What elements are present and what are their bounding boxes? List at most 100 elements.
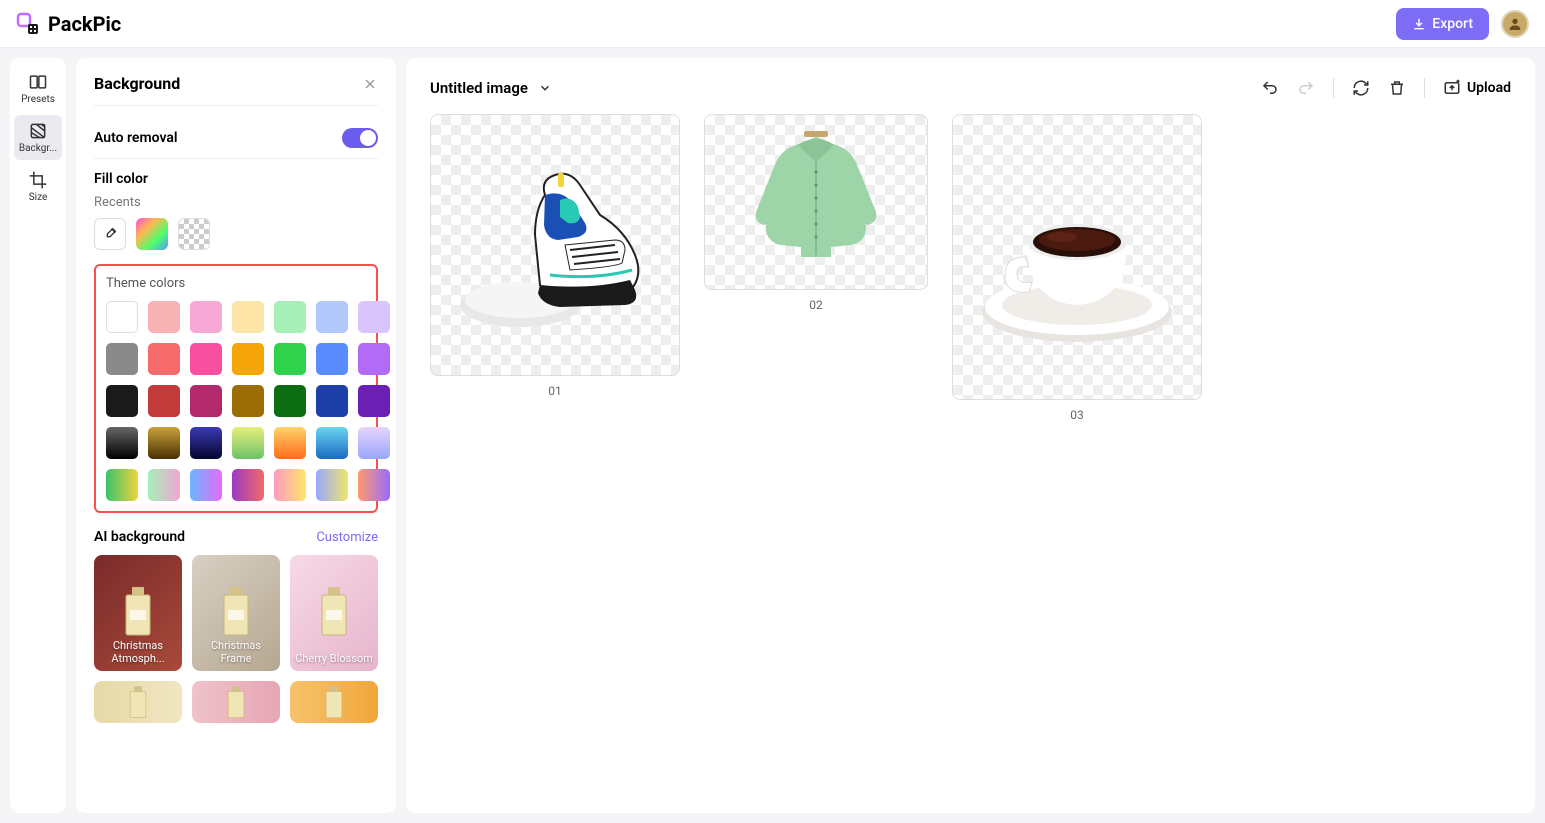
refresh-button[interactable] bbox=[1352, 79, 1370, 97]
color-swatch[interactable] bbox=[148, 343, 180, 375]
image-item[interactable]: 03 bbox=[952, 114, 1202, 422]
color-swatch[interactable] bbox=[148, 385, 180, 417]
perfume-icon bbox=[320, 685, 348, 721]
person-icon bbox=[1507, 16, 1523, 32]
chevron-down-icon bbox=[538, 81, 552, 95]
rail-label: Size bbox=[29, 192, 48, 203]
upload-button[interactable]: Upload bbox=[1443, 79, 1511, 97]
color-swatch[interactable] bbox=[106, 427, 138, 459]
theme-color-grid bbox=[106, 301, 366, 501]
ai-background-label: AI background bbox=[94, 529, 185, 545]
color-swatch[interactable] bbox=[358, 343, 390, 375]
color-swatch[interactable] bbox=[232, 301, 264, 333]
crop-icon bbox=[28, 170, 48, 190]
color-swatch[interactable] bbox=[274, 301, 306, 333]
ai-background-card[interactable] bbox=[290, 681, 378, 723]
ai-background-card[interactable] bbox=[94, 681, 182, 723]
customize-link[interactable]: Customize bbox=[316, 530, 378, 545]
color-swatch[interactable] bbox=[274, 385, 306, 417]
color-swatch[interactable] bbox=[190, 469, 222, 501]
color-swatch[interactable] bbox=[274, 343, 306, 375]
rail-label: Presets bbox=[21, 94, 55, 105]
logo-icon bbox=[16, 12, 40, 36]
color-swatch[interactable] bbox=[106, 385, 138, 417]
image-thumbnail bbox=[704, 114, 928, 290]
rail-item-background[interactable]: Backgr... bbox=[14, 115, 62, 160]
ai-background-grid: Christmas Atmosph... Christmas Frame Cherr… bbox=[94, 555, 378, 723]
color-swatch[interactable] bbox=[274, 427, 306, 459]
ai-background-card[interactable]: Christmas Frame bbox=[192, 555, 280, 671]
color-picker-button[interactable] bbox=[136, 218, 168, 250]
redo-button[interactable] bbox=[1297, 79, 1315, 97]
auto-removal-label: Auto removal bbox=[94, 130, 178, 146]
color-swatch[interactable] bbox=[316, 469, 348, 501]
color-swatch[interactable] bbox=[232, 385, 264, 417]
eyedropper-icon bbox=[102, 226, 118, 242]
color-swatch[interactable] bbox=[232, 427, 264, 459]
image-gallery: 01 02 bbox=[430, 114, 1511, 422]
sneaker-image bbox=[450, 145, 660, 345]
separator bbox=[1424, 78, 1425, 98]
recents-label: Recents bbox=[94, 195, 378, 210]
delete-button[interactable] bbox=[1388, 79, 1406, 97]
close-icon[interactable] bbox=[362, 76, 378, 92]
color-swatch[interactable] bbox=[274, 469, 306, 501]
color-swatch[interactable] bbox=[190, 301, 222, 333]
color-swatch[interactable] bbox=[148, 427, 180, 459]
canvas-header: Untitled image Upload bbox=[430, 78, 1511, 98]
color-swatch[interactable] bbox=[106, 301, 138, 333]
image-item[interactable]: 01 bbox=[430, 114, 680, 398]
perfume-icon bbox=[314, 585, 354, 640]
color-swatch[interactable] bbox=[358, 469, 390, 501]
color-swatch[interactable] bbox=[316, 343, 348, 375]
ai-card-label: Christmas Atmosph... bbox=[94, 637, 182, 667]
color-swatch[interactable] bbox=[316, 301, 348, 333]
color-swatch[interactable] bbox=[358, 385, 390, 417]
color-swatch[interactable] bbox=[232, 469, 264, 501]
ai-background-card[interactable] bbox=[192, 681, 280, 723]
export-button[interactable]: Export bbox=[1396, 8, 1489, 40]
auto-removal-toggle[interactable] bbox=[342, 128, 378, 148]
color-swatch[interactable] bbox=[358, 301, 390, 333]
perfume-icon bbox=[118, 585, 158, 640]
download-icon bbox=[1412, 17, 1426, 31]
left-rail: Presets Backgr... Size bbox=[10, 58, 66, 813]
main-layout: Presets Backgr... Size Background Auto r… bbox=[0, 48, 1545, 823]
user-avatar[interactable] bbox=[1501, 10, 1529, 38]
fill-color-label: Fill color bbox=[94, 171, 378, 187]
canvas-toolbar: Upload bbox=[1261, 78, 1511, 98]
eyedropper-button[interactable] bbox=[94, 218, 126, 250]
color-swatch[interactable] bbox=[316, 385, 348, 417]
perfume-icon bbox=[216, 585, 256, 640]
canvas-title-dropdown[interactable]: Untitled image bbox=[430, 79, 552, 97]
separator bbox=[1333, 78, 1334, 98]
upload-label: Upload bbox=[1467, 80, 1511, 96]
color-swatch[interactable] bbox=[106, 343, 138, 375]
image-item[interactable]: 02 bbox=[704, 114, 928, 312]
rail-item-presets[interactable]: Presets bbox=[14, 66, 62, 111]
color-swatch[interactable] bbox=[106, 469, 138, 501]
color-swatch[interactable] bbox=[190, 385, 222, 417]
background-panel: Background Auto removal Fill color Recen… bbox=[76, 58, 396, 813]
panel-title: Background bbox=[94, 74, 180, 93]
color-swatch[interactable] bbox=[190, 343, 222, 375]
app-logo[interactable]: PackPic bbox=[16, 12, 121, 36]
rail-item-size[interactable]: Size bbox=[14, 164, 62, 209]
theme-colors-label: Theme colors bbox=[106, 276, 366, 291]
theme-colors-section: Theme colors bbox=[94, 264, 378, 513]
color-swatch[interactable] bbox=[358, 427, 390, 459]
color-swatch[interactable] bbox=[316, 427, 348, 459]
image-label: 03 bbox=[1070, 408, 1084, 422]
ai-background-card[interactable]: Christmas Atmosph... bbox=[94, 555, 182, 671]
color-swatch[interactable] bbox=[232, 343, 264, 375]
perfume-icon bbox=[124, 685, 152, 721]
export-label: Export bbox=[1432, 16, 1473, 32]
undo-button[interactable] bbox=[1261, 79, 1279, 97]
transparent-swatch[interactable] bbox=[178, 218, 210, 250]
color-swatch[interactable] bbox=[148, 469, 180, 501]
color-swatch[interactable] bbox=[148, 301, 180, 333]
image-label: 01 bbox=[548, 384, 562, 398]
ai-background-card[interactable]: Cherry Blossom bbox=[290, 555, 378, 671]
color-swatch[interactable] bbox=[190, 427, 222, 459]
ai-card-label: Christmas Frame bbox=[192, 637, 280, 667]
